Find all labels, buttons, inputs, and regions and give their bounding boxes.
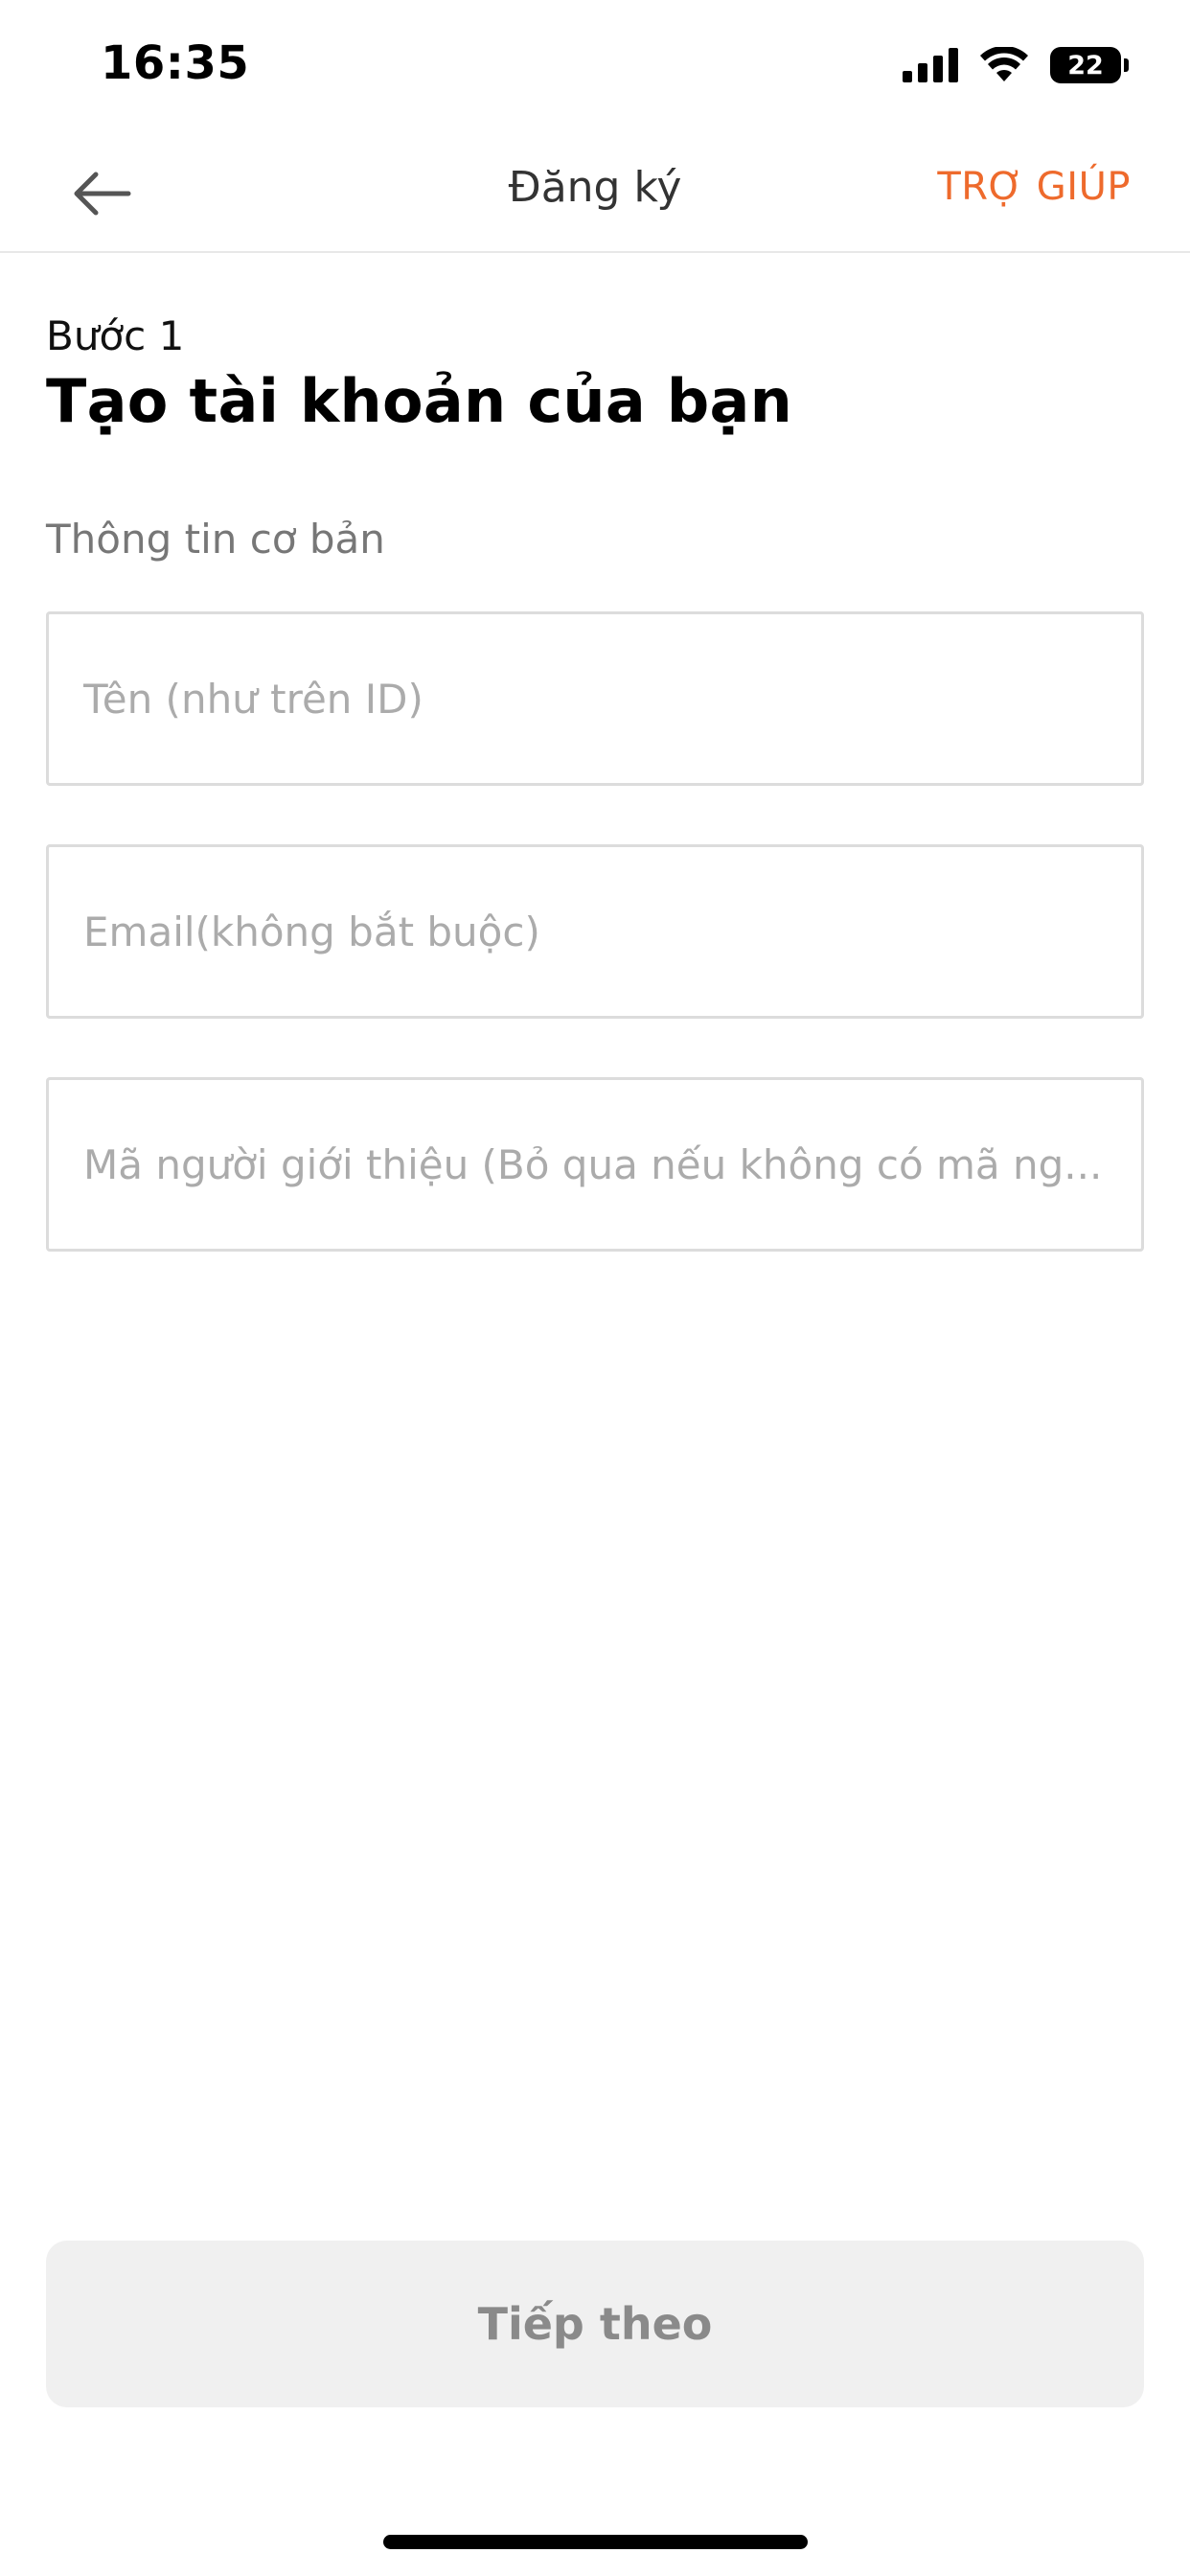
help-link[interactable]: TRỢ GIÚP (937, 165, 1131, 209)
wifi-icon (980, 47, 1028, 81)
signal-icon (903, 48, 958, 82)
signup-screen: 16:35 22 Đăng ký TRỢ GIÚP Bước 1 Tạo tài… (0, 0, 1190, 2576)
battery-cap (1124, 58, 1129, 72)
name-input[interactable] (49, 614, 1141, 783)
referral-code-input[interactable] (49, 1080, 1141, 1249)
nav-bar: Đăng ký TRỢ GIÚP (0, 134, 1190, 253)
status-time: 16:35 (101, 36, 250, 90)
referral-field[interactable] (46, 1077, 1144, 1252)
next-button[interactable]: Tiếp theo (46, 2241, 1144, 2407)
step-label: Bước 1 (46, 312, 185, 359)
section-label: Thông tin cơ bản (46, 516, 385, 563)
status-icons: 22 (903, 44, 1129, 86)
battery-icon: 22 (1050, 47, 1129, 83)
home-indicator[interactable] (383, 2535, 808, 2549)
email-input[interactable] (49, 847, 1141, 1016)
email-field[interactable] (46, 844, 1144, 1019)
battery-level: 22 (1050, 47, 1121, 83)
page-title: Tạo tài khoản của bạn (46, 366, 793, 436)
status-bar: 16:35 22 (0, 0, 1190, 134)
name-field[interactable] (46, 611, 1144, 786)
